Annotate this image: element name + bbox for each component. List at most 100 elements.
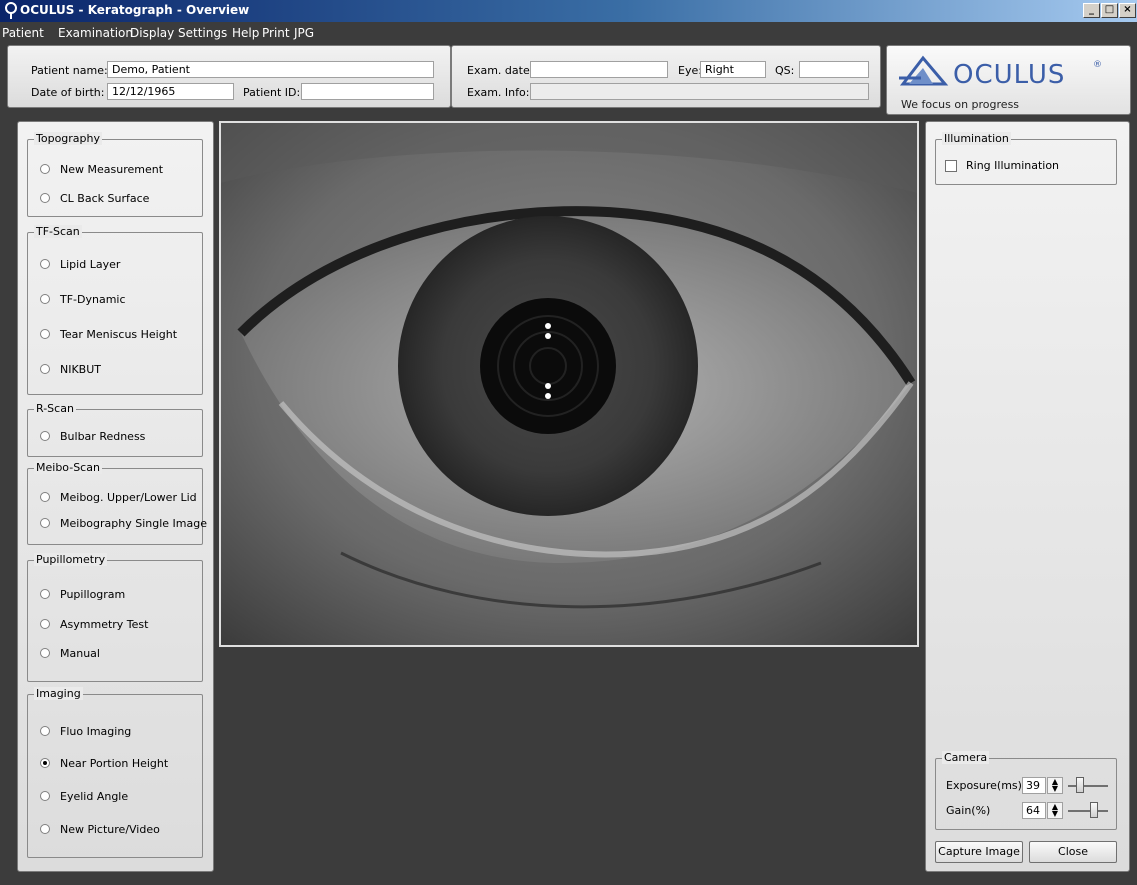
radio-button[interactable] <box>40 294 50 304</box>
eye-photo <box>221 123 917 645</box>
logo-panel: OCULUS ® We focus on progress <box>886 45 1131 115</box>
gain-spinner[interactable]: ▲ ▼ <box>1047 802 1063 819</box>
radio-button[interactable] <box>40 619 50 629</box>
gain-slider-track[interactable] <box>1068 810 1108 812</box>
radio-button[interactable] <box>40 518 50 528</box>
radio-button[interactable] <box>40 259 50 269</box>
group-label-camera: Camera <box>942 751 990 764</box>
spin-down-icon[interactable]: ▼ <box>1052 784 1058 793</box>
patient-name-field[interactable]: Demo, Patient <box>107 61 434 78</box>
radio-label: Fluo Imaging <box>60 725 132 738</box>
radio-button-selected[interactable] <box>40 758 50 768</box>
exposure-field[interactable]: 39 <box>1022 777 1046 794</box>
capture-image-button[interactable]: Capture Image <box>935 841 1023 863</box>
group-label-imaging: Imaging <box>34 687 83 700</box>
minimize-button[interactable]: _ <box>1083 3 1100 18</box>
spin-down-icon[interactable]: ▼ <box>1052 809 1058 818</box>
exam-date-label: Exam. date: <box>467 64 534 77</box>
gain-field[interactable]: 64 <box>1022 802 1046 819</box>
exposure-slider-handle[interactable] <box>1076 777 1084 793</box>
radio-label: Near Portion Height <box>60 757 169 770</box>
group-illumination: Illumination Ring Illumination <box>935 132 1117 185</box>
group-label-illumination: Illumination <box>942 132 1011 145</box>
radio-label: Manual <box>60 647 100 660</box>
radio-label: Lipid Layer <box>60 258 121 271</box>
dob-field[interactable]: 12/12/1965 <box>107 83 234 100</box>
group-meibo-scan: Meibo-Scan Meibog. Upper/Lower Lid Meibo… <box>27 461 207 545</box>
left-panel: Topography New Measurement CL Back Surfa… <box>17 121 214 872</box>
radio-label: Bulbar Redness <box>60 430 146 443</box>
radio-label: Eyelid Angle <box>60 790 129 803</box>
radio-button[interactable] <box>40 329 50 339</box>
exam-info-field[interactable] <box>530 83 869 100</box>
radio-button[interactable] <box>40 193 50 203</box>
radio-label: TF-Dynamic <box>60 293 126 306</box>
menu-jpg[interactable]: JPG <box>294 26 314 40</box>
menu-settings[interactable]: Settings <box>178 26 227 40</box>
menu-patient[interactable]: Patient <box>2 26 44 40</box>
radio-button[interactable] <box>40 431 50 441</box>
radio-label: Asymmetry Test <box>60 618 149 631</box>
patient-id-label: Patient ID: <box>243 86 301 99</box>
exam-date-field[interactable] <box>530 61 668 78</box>
qs-field[interactable] <box>799 61 869 78</box>
right-panel: Illumination Ring Illumination Camera Ex… <box>925 121 1130 872</box>
logo-tagline: We focus on progress <box>901 98 1020 111</box>
menu-examination[interactable]: Examination <box>58 26 133 40</box>
group-camera: Camera Exposure(ms) 39 ▲ ▼ Gain(%) 64 ▲ ▼ <box>935 751 1117 830</box>
close-window-button[interactable]: × <box>1119 3 1136 18</box>
radio-label: CL Back Surface <box>60 192 150 205</box>
ring-illumination-checkbox[interactable] <box>945 160 957 172</box>
radio-button[interactable] <box>40 726 50 736</box>
eye-field[interactable]: Right <box>700 61 766 78</box>
group-label-pupillometry: Pupillometry <box>34 553 108 566</box>
exposure-label: Exposure(ms) <box>946 779 1022 792</box>
exam-info-label: Exam. Info: <box>467 86 530 99</box>
radio-label: New Picture/Video <box>60 823 160 836</box>
group-pupillometry: Pupillometry Pupillogram Asymmetry Test … <box>27 553 203 682</box>
menu-display[interactable]: Display <box>130 26 174 40</box>
eye-label: Eye: <box>678 64 702 77</box>
patient-id-field[interactable] <box>301 83 434 100</box>
exposure-slider-track[interactable] <box>1068 785 1108 787</box>
menu-bar: Patient Examination Display Settings Hel… <box>0 22 1137 42</box>
patient-panel: Patient name: Demo, Patient Date of birt… <box>7 45 451 108</box>
close-button[interactable]: Close <box>1029 841 1117 863</box>
logo-brand: OCULUS <box>953 60 1066 90</box>
radio-button[interactable] <box>40 164 50 174</box>
radio-label: New Measurement <box>60 163 164 176</box>
window-title: OCULUS - Keratograph - Overview <box>20 3 250 17</box>
group-label-r-scan: R-Scan <box>34 402 76 415</box>
camera-image[interactable] <box>219 121 919 647</box>
exposure-spinner[interactable]: ▲ ▼ <box>1047 777 1063 794</box>
exam-panel: Exam. date: Eye: Right QS: Exam. Info: <box>451 45 881 108</box>
patient-name-label: Patient name: <box>31 64 108 77</box>
maximize-button[interactable]: □ <box>1101 3 1118 18</box>
title-bar: OCULUS - Keratograph - Overview _ □ × <box>0 0 1137 22</box>
radio-button[interactable] <box>40 824 50 834</box>
group-topography: Topography New Measurement CL Back Surfa… <box>27 132 203 217</box>
group-label-topography: Topography <box>34 132 103 145</box>
gain-label: Gain(%) <box>946 804 991 817</box>
dob-label: Date of birth: <box>31 86 105 99</box>
group-imaging: Imaging Fluo Imaging Near Portion Height… <box>27 687 203 858</box>
radio-label: Tear Meniscus Height <box>60 328 178 341</box>
radio-label: Meibography Single Image <box>60 517 207 530</box>
logo-registered: ® <box>1093 60 1102 70</box>
radio-button[interactable] <box>40 589 50 599</box>
menu-print[interactable]: Print <box>262 26 290 40</box>
oculus-logo-icon <box>899 55 949 86</box>
group-label-tf-scan: TF-Scan <box>34 225 82 238</box>
ring-illumination-label: Ring Illumination <box>966 159 1060 172</box>
radio-button[interactable] <box>40 364 50 374</box>
radio-label: Pupillogram <box>60 588 126 601</box>
radio-label: Meibog. Upper/Lower Lid <box>60 491 197 504</box>
menu-help[interactable]: Help <box>232 26 259 40</box>
group-tf-scan: TF-Scan Lipid Layer TF-Dynamic Tear Meni… <box>27 225 203 395</box>
gain-slider-handle[interactable] <box>1090 802 1098 818</box>
radio-button[interactable] <box>40 791 50 801</box>
app-icon <box>5 2 17 19</box>
group-r-scan: R-Scan Bulbar Redness <box>27 402 203 457</box>
radio-button[interactable] <box>40 648 50 658</box>
radio-button[interactable] <box>40 492 50 502</box>
